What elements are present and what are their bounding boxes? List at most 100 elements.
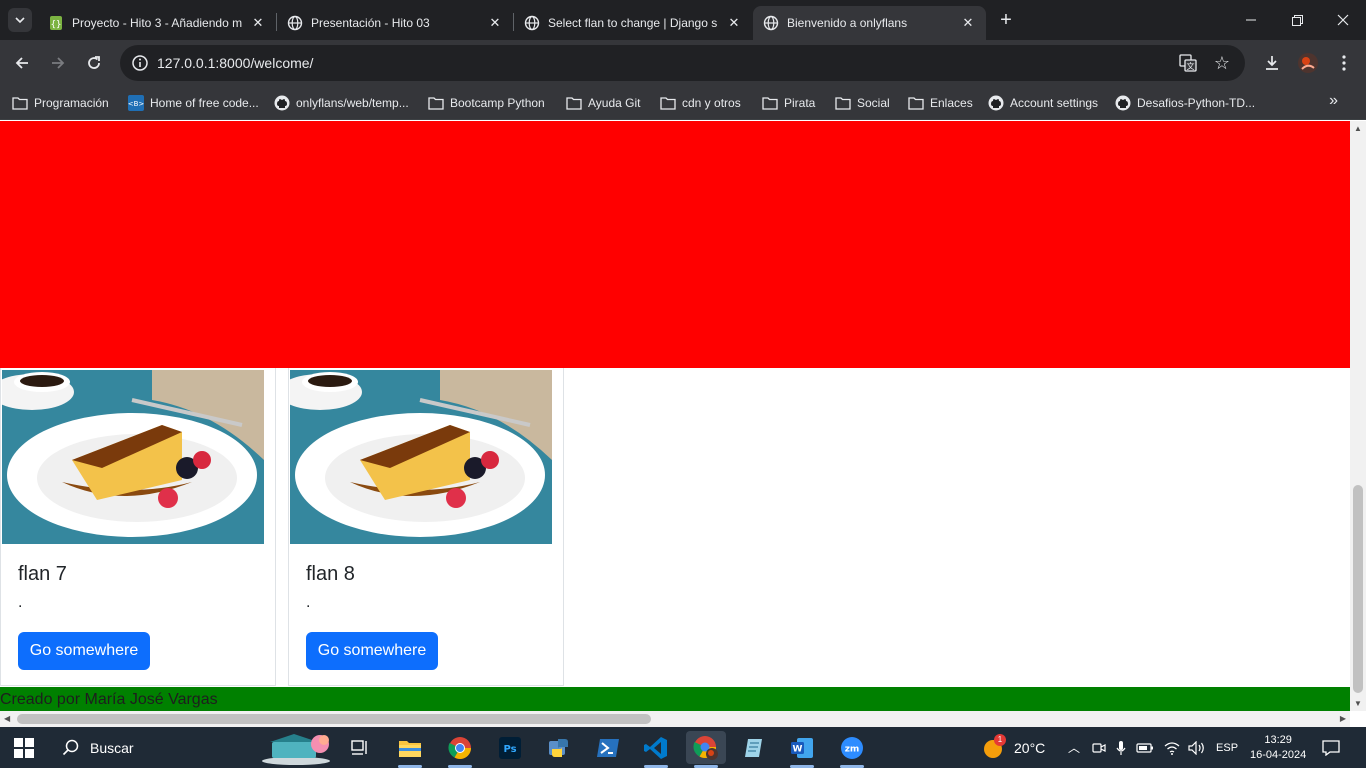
system-tray-icons: ︿ ESP: [1068, 727, 1238, 768]
taskbar-photoshop[interactable]: Ps: [490, 731, 530, 764]
close-icon[interactable]: ✕: [250, 15, 266, 31]
flan-image: [2, 370, 264, 544]
card-title: flan 8: [306, 563, 355, 585]
url-text[interactable]: 127.0.0.1:8000/welcome/: [157, 55, 313, 71]
weather-widget[interactable]: 1 20°C: [982, 727, 1045, 768]
download-icon: [1266, 56, 1278, 70]
page-footer: Creado por María José Vargas: [0, 687, 1350, 711]
arrow-right-icon: [52, 57, 65, 69]
bookmark-label: Enlaces: [930, 96, 973, 110]
horizontal-scrollbar[interactable]: ◀ ▶: [0, 711, 1350, 727]
bookmark-cdn-y-otros[interactable]: cdn y otros: [660, 93, 741, 113]
wifi-icon[interactable]: [1164, 741, 1180, 755]
chrome-icon: [448, 736, 471, 759]
restore-button[interactable]: [1274, 0, 1320, 40]
language-indicator[interactable]: ESP: [1216, 742, 1238, 754]
close-icon[interactable]: ✕: [487, 15, 503, 31]
notes-icon: [745, 738, 762, 757]
tab-select-flan[interactable]: Select flan to change | Django s ✕: [514, 6, 752, 40]
close-icon[interactable]: ✕: [726, 15, 742, 31]
taskbar-zoom[interactable]: zm: [832, 731, 872, 768]
search-icon: [62, 739, 79, 755]
svg-text:zm: zm: [845, 744, 860, 754]
taskbar-notes-app[interactable]: [734, 731, 774, 764]
reload-icon: [88, 56, 100, 69]
folder-icon: [566, 95, 582, 111]
translate-icon[interactable]: 文: [1178, 53, 1198, 73]
bookmark-bootcamp-python[interactable]: Bootcamp Python: [428, 93, 545, 113]
chevron-up-icon[interactable]: ︿: [1068, 739, 1080, 756]
folder-icon: [908, 95, 924, 111]
github-icon: [988, 95, 1004, 111]
scroll-down-arrow-icon[interactable]: ▼: [1354, 699, 1362, 708]
windows-start-icon[interactable]: [14, 738, 34, 758]
reload-button[interactable]: [82, 51, 106, 75]
scroll-up-arrow-icon[interactable]: ▲: [1354, 124, 1362, 133]
taskbar-chrome-profile[interactable]: [686, 731, 726, 768]
close-window-button[interactable]: [1320, 0, 1366, 40]
camera-icon[interactable]: [1092, 741, 1106, 755]
taskbar-chrome[interactable]: [440, 731, 480, 768]
github-icon: [1115, 95, 1131, 111]
minimize-button[interactable]: [1228, 0, 1274, 40]
file-explorer-icon: [399, 740, 421, 757]
bookmark-onlyflans-repo[interactable]: onlyflans/web/temp...: [274, 93, 409, 113]
flan-image: [290, 370, 552, 544]
clock-date: 16-04-2024: [1250, 748, 1307, 761]
notifications-button[interactable]: [1322, 727, 1340, 768]
hero-banner: [0, 121, 1350, 368]
go-somewhere-button[interactable]: Go somewhere: [18, 632, 150, 670]
speaker-icon[interactable]: [1188, 740, 1206, 755]
close-icon[interactable]: ✕: [960, 15, 976, 31]
bookmark-enlaces[interactable]: Enlaces: [908, 93, 973, 113]
address-bar[interactable]: 127.0.0.1:8000/welcome/ 文 ☆: [120, 45, 1245, 81]
more-bookmarks-chevron-icon[interactable]: »: [1329, 92, 1338, 110]
bookmark-label: onlyflans/web/temp...: [296, 96, 409, 110]
word-icon: W: [791, 737, 813, 758]
bookmark-desafios-python[interactable]: Desafios-Python-TD...: [1115, 93, 1255, 113]
scroll-left-arrow-icon[interactable]: ◀: [4, 714, 10, 723]
document-icon: {}: [48, 15, 64, 31]
microphone-icon[interactable]: [1116, 740, 1126, 756]
bookmark-programacion[interactable]: Programación: [12, 93, 109, 113]
new-tab-button[interactable]: +: [995, 10, 1017, 32]
tab-search-button[interactable]: [8, 8, 32, 32]
taskbar-python[interactable]: [540, 731, 580, 764]
scroll-right-arrow-icon[interactable]: ▶: [1340, 714, 1346, 723]
bookmark-pirata[interactable]: Pirata: [762, 93, 815, 113]
bookmark-social[interactable]: Social: [835, 93, 890, 113]
taskbar-word[interactable]: W: [782, 731, 822, 768]
site-info-icon[interactable]: [130, 53, 150, 73]
tab-presentacion-hito03[interactable]: Presentación - Hito 03 ✕: [277, 6, 513, 40]
scrollbar-thumb[interactable]: [1353, 485, 1363, 693]
downloads-button[interactable]: [1260, 51, 1284, 75]
flan-card: flan 7 . Go somewhere: [0, 368, 276, 686]
go-somewhere-button[interactable]: Go somewhere: [306, 632, 438, 670]
taskbar-powershell[interactable]: [588, 731, 628, 764]
profile-avatar[interactable]: [1296, 51, 1320, 75]
bookmark-account-settings[interactable]: Account settings: [988, 93, 1098, 113]
scrollbar-thumb[interactable]: [17, 714, 651, 724]
bookmark-star-icon[interactable]: ☆: [1212, 53, 1232, 73]
bookmark-label: Pirata: [784, 96, 816, 110]
bookmark-label: Bootcamp Python: [450, 96, 545, 110]
taskbar-file-explorer[interactable]: [390, 731, 430, 768]
bookmark-label: cdn y otros: [682, 96, 741, 110]
taskbar-search[interactable]: Buscar: [48, 727, 338, 768]
forward-button[interactable]: [46, 51, 70, 75]
battery-icon[interactable]: [1136, 742, 1154, 754]
taskbar-vscode[interactable]: [636, 731, 676, 768]
back-button[interactable]: [10, 51, 34, 75]
vertical-scrollbar[interactable]: ▲ ▼: [1350, 121, 1366, 711]
clock[interactable]: 13:29 16-04-2024: [1250, 727, 1306, 768]
bookmark-freecodecamp[interactable]: <B> Home of free code...: [128, 93, 259, 113]
menu-button[interactable]: [1332, 51, 1356, 75]
card-text: .: [18, 594, 23, 611]
bookmark-ayuda-git[interactable]: Ayuda Git: [566, 93, 640, 113]
windows-taskbar: Buscar Ps W zm 1 20°C ︿ ESP 13:29 16-04-…: [0, 727, 1366, 768]
tab-bienvenido-onlyflans[interactable]: Bienvenido a onlyflans ✕: [753, 6, 986, 40]
restore-icon: [1291, 14, 1303, 26]
task-view-button[interactable]: [340, 731, 380, 764]
browser-toolbar: 127.0.0.1:8000/welcome/ 文 ☆: [0, 40, 1366, 86]
tab-proyecto-hito3[interactable]: {} Proyecto - Hito 3 - Añadiendo m ✕: [38, 6, 276, 40]
